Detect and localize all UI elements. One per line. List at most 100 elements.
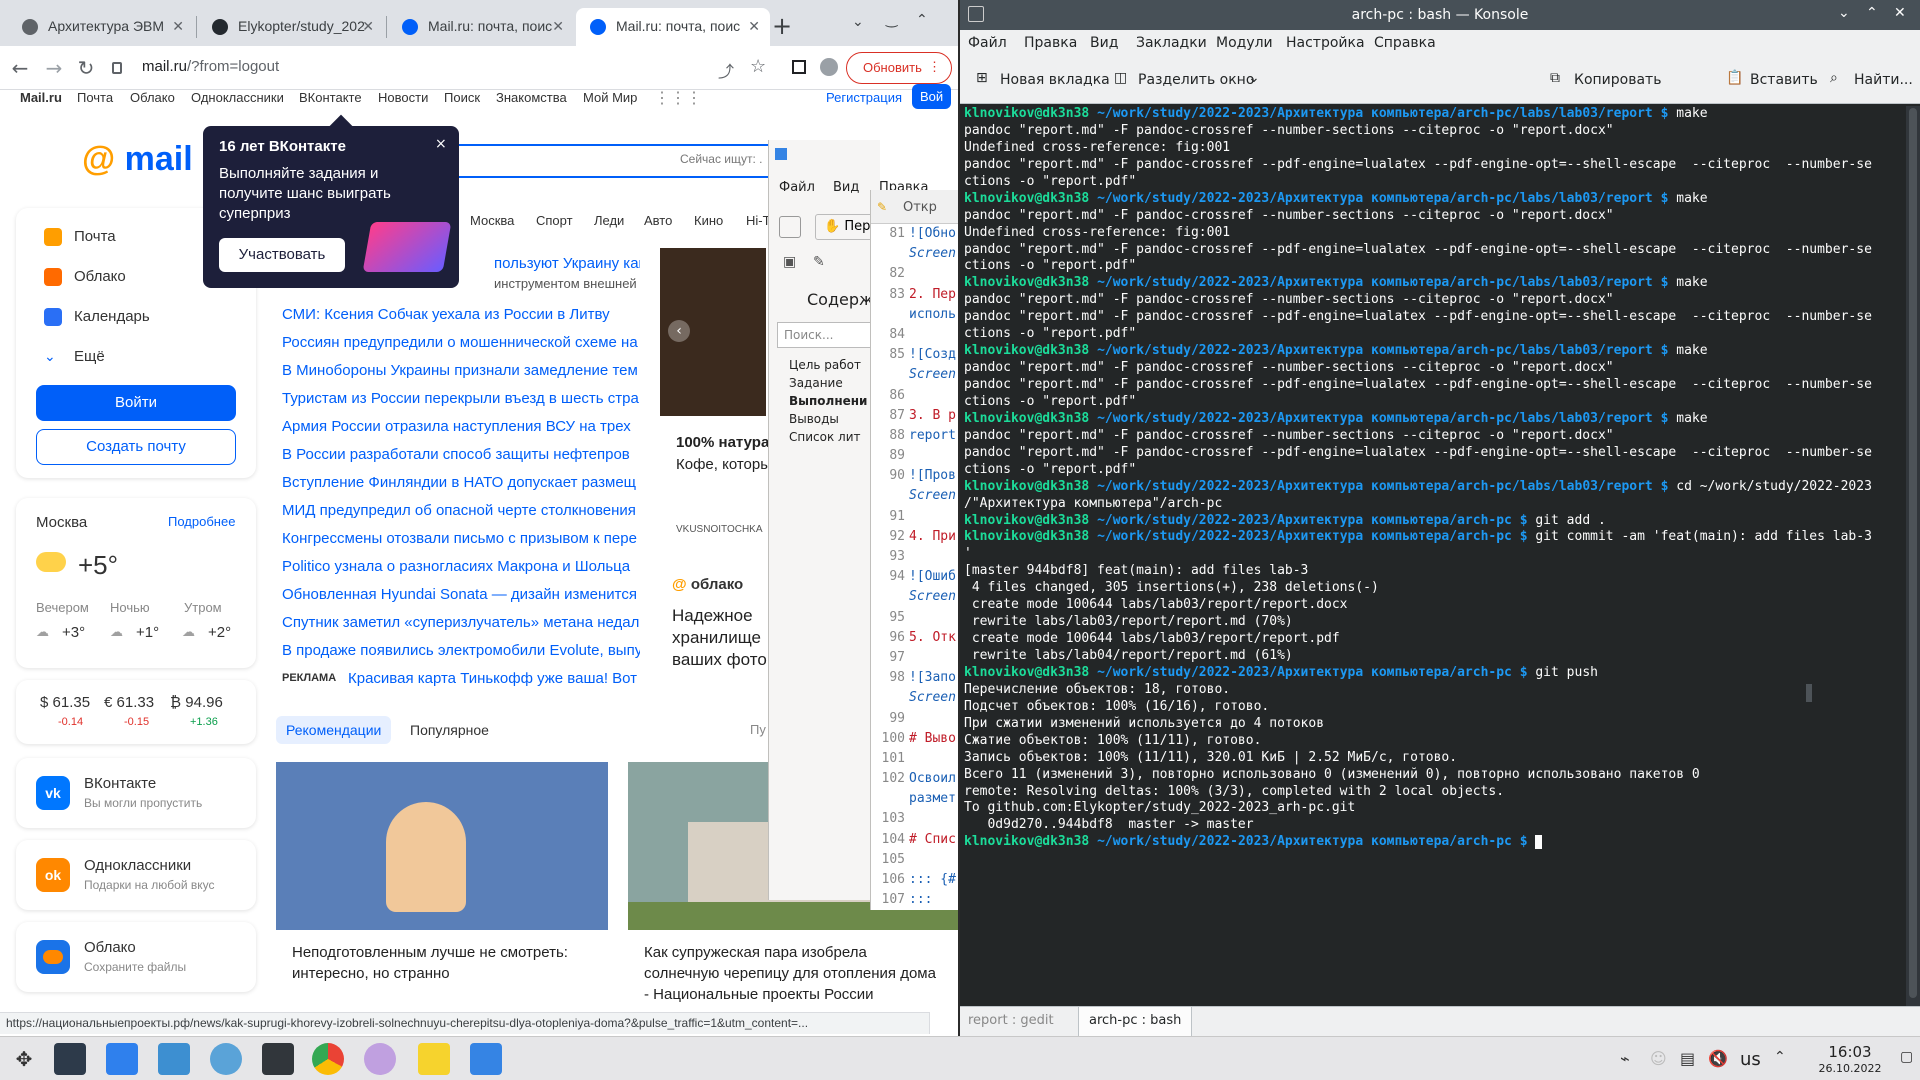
chevron-down-icon[interactable]: ⌄ (1248, 70, 1260, 86)
create-mail-button[interactable]: Создать почту (36, 429, 236, 465)
toc-item[interactable]: Выводы (789, 412, 839, 426)
ad-link[interactable]: Красивая карта Тинькофф уже ваша! Вот (348, 670, 640, 687)
login-button[interactable]: Войти (36, 385, 236, 421)
new-tab-button[interactable]: Новая вкладка (1000, 72, 1110, 88)
news-item[interactable]: В Минобороны Украины признали замедление… (282, 362, 640, 379)
pdf-menu-file[interactable]: Файл (779, 180, 815, 195)
participate-button[interactable]: Участвовать (219, 238, 345, 272)
category-tab[interactable]: Кино (694, 213, 723, 228)
restore-icon[interactable]: ⌃ (916, 12, 928, 28)
close-icon[interactable]: ✕ (362, 18, 374, 35)
minimize-icon[interactable]: ⌄ (1838, 5, 1850, 21)
image-icon[interactable]: ▣ (783, 254, 796, 270)
text-editor-icon[interactable] (418, 1043, 450, 1075)
media-player-icon[interactable] (364, 1043, 396, 1075)
hand-tool-button[interactable]: ✋ Пер (815, 214, 875, 240)
toc-item[interactable]: Цель работ (789, 358, 861, 372)
connect-icon[interactable]: ⌁ (1620, 1049, 1630, 1068)
chevron-left-icon[interactable]: ‹ (668, 320, 690, 342)
feed-more[interactable]: Пу (750, 722, 766, 737)
share-icon[interactable]: ⤴ (718, 58, 734, 82)
menu-file[interactable]: Файл (968, 35, 1007, 51)
news-item[interactable]: СМИ: Ксения Собчак уехала из России в Ли… (282, 306, 640, 323)
back-icon[interactable]: ← (6, 54, 34, 82)
tab-arch-evm[interactable]: Архитектура ЭВМ ✕ (8, 8, 194, 46)
rate-usd[interactable]: $ 61.35 (40, 694, 90, 711)
cloud-line[interactable]: ваших фото (672, 650, 767, 670)
close-icon[interactable]: × (435, 136, 447, 152)
volume-icon[interactable]: 🔇 (1708, 1049, 1728, 1068)
copy-button[interactable]: Копировать (1574, 72, 1661, 88)
news-item[interactable]: Вступление Финляндии в НАТО допускает ра… (282, 474, 640, 491)
rate-eur[interactable]: € 61.33 (104, 694, 154, 711)
category-tab[interactable]: Авто (644, 213, 672, 228)
tab-gedit[interactable]: report : gedit (968, 1013, 1054, 1028)
category-tab[interactable]: Леди (594, 213, 624, 228)
tab-github[interactable]: Elykopter/study_202 ✕ (198, 8, 384, 46)
document-viewer-icon[interactable] (470, 1043, 502, 1075)
toc-item[interactable]: Задание (789, 376, 843, 390)
news-item[interactable]: Конгрессмены отозвали письмо с призывом … (282, 530, 640, 547)
cloud-line[interactable]: Надежное (672, 606, 753, 626)
task-manager-icon[interactable] (54, 1043, 86, 1075)
news-item[interactable]: МИД предупредил об опасной черте столкно… (282, 502, 640, 519)
menu-plugins[interactable]: Модули (1216, 35, 1273, 51)
menu-bookmarks[interactable]: Закладки (1136, 35, 1207, 51)
nav-ok[interactable]: Одноклассники (191, 90, 284, 105)
category-tab[interactable]: Спорт (536, 213, 573, 228)
chevron-down-icon[interactable]: ⌄ (852, 14, 864, 30)
terminal-icon[interactable] (968, 6, 984, 22)
minimize-icon[interactable]: ‿ (886, 12, 897, 28)
show-desktop-icon[interactable]: ▢ (1900, 1049, 1913, 1065)
reload-icon[interactable]: ↻ (72, 54, 100, 82)
paste-button[interactable]: Вставить (1750, 72, 1818, 88)
news-item[interactable]: Туристам из России перекрыли въезд в шес… (282, 390, 640, 407)
tab-mailru-2[interactable]: Mail.ru: почта, поис ✕ (576, 8, 770, 46)
feed-card-title[interactable]: Неподготовленным лучше не смотреть: инте… (292, 942, 598, 984)
avatar[interactable] (820, 58, 838, 76)
maximize-icon[interactable]: ⌃ (1866, 5, 1878, 21)
nav-myworld[interactable]: Мой Мир (583, 90, 637, 105)
toc-item[interactable]: Выполнени (789, 394, 867, 408)
close-icon[interactable]: ✕ (172, 18, 184, 35)
open-button[interactable]: Откр (903, 200, 937, 215)
news-item[interactable]: инструментом внешней поли (494, 276, 640, 291)
close-icon[interactable]: ✕ (748, 18, 760, 35)
chevron-up-icon[interactable]: ⌃ (1774, 1049, 1786, 1065)
news-item[interactable]: Армия России отразила наступления ВСУ на… (282, 418, 640, 435)
menu-settings[interactable]: Настройка (1286, 35, 1365, 51)
nav-cloud[interactable]: Облако (130, 90, 175, 105)
gedit-text[interactable]: 81 ![Обно Screen 82 83 2. Пер исполь 84 85 ![Созд… (871, 226, 958, 912)
nav-search[interactable]: Поиск (444, 90, 480, 105)
weather-more-link[interactable]: Подробнее (168, 514, 235, 529)
close-icon[interactable]: ✕ (1894, 5, 1906, 21)
nav-news[interactable]: Новости (378, 90, 428, 105)
news-item[interactable]: Politico узнала о разногласиях Макрона и… (282, 558, 640, 575)
category-tab[interactable]: Hi-T (746, 213, 771, 228)
update-button[interactable]: Обновить ⋮ (846, 52, 952, 84)
nav-vk[interactable]: ВКонтакте (299, 90, 362, 105)
user-icon[interactable]: ☺ (1650, 1049, 1667, 1068)
cloud-line[interactable]: хранилище (672, 628, 761, 648)
annotate-icon[interactable]: ✎ (813, 254, 825, 270)
rate-btc[interactable]: ₿ 94.96 (170, 694, 223, 711)
pdf-menu-view[interactable]: Вид (833, 180, 859, 195)
file-manager-icon[interactable] (158, 1043, 190, 1075)
new-tab-icon[interactable]: + (772, 12, 792, 40)
star-icon[interactable]: ☆ (750, 56, 766, 77)
feed-tab-popular[interactable]: Популярное (410, 722, 489, 738)
category-tab[interactable]: Москва (470, 213, 514, 228)
store-icon[interactable] (106, 1043, 138, 1075)
split-view-button[interactable]: Разделить окно (1138, 72, 1254, 88)
menu-help[interactable]: Справка (1374, 35, 1436, 51)
konsole-icon[interactable] (262, 1043, 294, 1075)
mailru-logo[interactable]: @ mail (82, 140, 193, 179)
nav-dating[interactable]: Знакомства (496, 90, 567, 105)
news-item[interactable]: пользуют Украину как тар (494, 255, 640, 272)
terminal-output[interactable]: klnovikov@dk3n38 ~/work/study/2022-2023/… (960, 106, 1906, 1006)
toc-item[interactable]: Список лит (789, 430, 860, 444)
reader-mode-icon[interactable] (792, 60, 806, 74)
login-link[interactable]: Вой (912, 84, 952, 109)
nav-mailru[interactable]: Mail.ru (20, 90, 62, 105)
forward-icon[interactable]: → (40, 54, 68, 82)
